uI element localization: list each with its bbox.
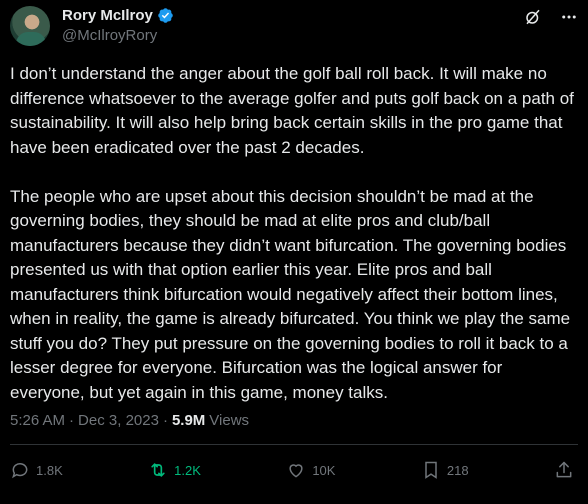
retweet-count: 1.2K	[174, 462, 201, 478]
reply-count: 1.8K	[36, 462, 63, 478]
more-icon[interactable]	[560, 8, 578, 26]
action-bar: 1.8K 1.2K 10K 218	[10, 458, 574, 482]
views-label: Views	[209, 412, 250, 429]
meta-separator-2: ·	[162, 412, 168, 429]
reply-icon	[12, 463, 28, 479]
author-names: Rory McIlroy @McIlroyRory	[62, 6, 174, 46]
share-icon	[556, 461, 572, 478]
header-actions	[524, 8, 578, 26]
share-button[interactable]	[554, 460, 574, 480]
author-display-name-row[interactable]: Rory McIlroy	[62, 6, 174, 25]
views-count: 5.9M	[171, 412, 206, 429]
tweet-meta: 5:26 AM · Dec 3, 2023 · 5.9M Views	[10, 412, 249, 429]
tweet-time[interactable]: 5:26 AM	[10, 412, 65, 429]
retweet-icon	[151, 463, 165, 477]
verified-badge-icon	[158, 8, 173, 23]
reply-button[interactable]: 1.8K	[10, 460, 63, 480]
divider	[10, 444, 578, 445]
retweet-button[interactable]: 1.2K	[148, 460, 201, 480]
author-display-name[interactable]: Rory McIlroy	[62, 6, 153, 25]
tweet-header: Rory McIlroy @McIlroyRory	[10, 6, 578, 50]
tweet-text: I don’t understand the anger about the g…	[10, 64, 574, 402]
avatar[interactable]	[10, 6, 50, 46]
bookmark-count: 218	[446, 462, 469, 478]
bookmark-icon	[425, 461, 437, 479]
like-button[interactable]: 10K	[286, 460, 335, 480]
like-count: 10K	[312, 462, 336, 478]
grok-icon[interactable]	[524, 8, 542, 26]
author-handle[interactable]: @McIlroyRory	[62, 26, 174, 46]
heart-icon	[289, 464, 303, 478]
tweet-date[interactable]: Dec 3, 2023	[78, 412, 159, 429]
bookmark-button[interactable]: 218	[421, 460, 469, 480]
meta-separator: ·	[69, 412, 75, 429]
